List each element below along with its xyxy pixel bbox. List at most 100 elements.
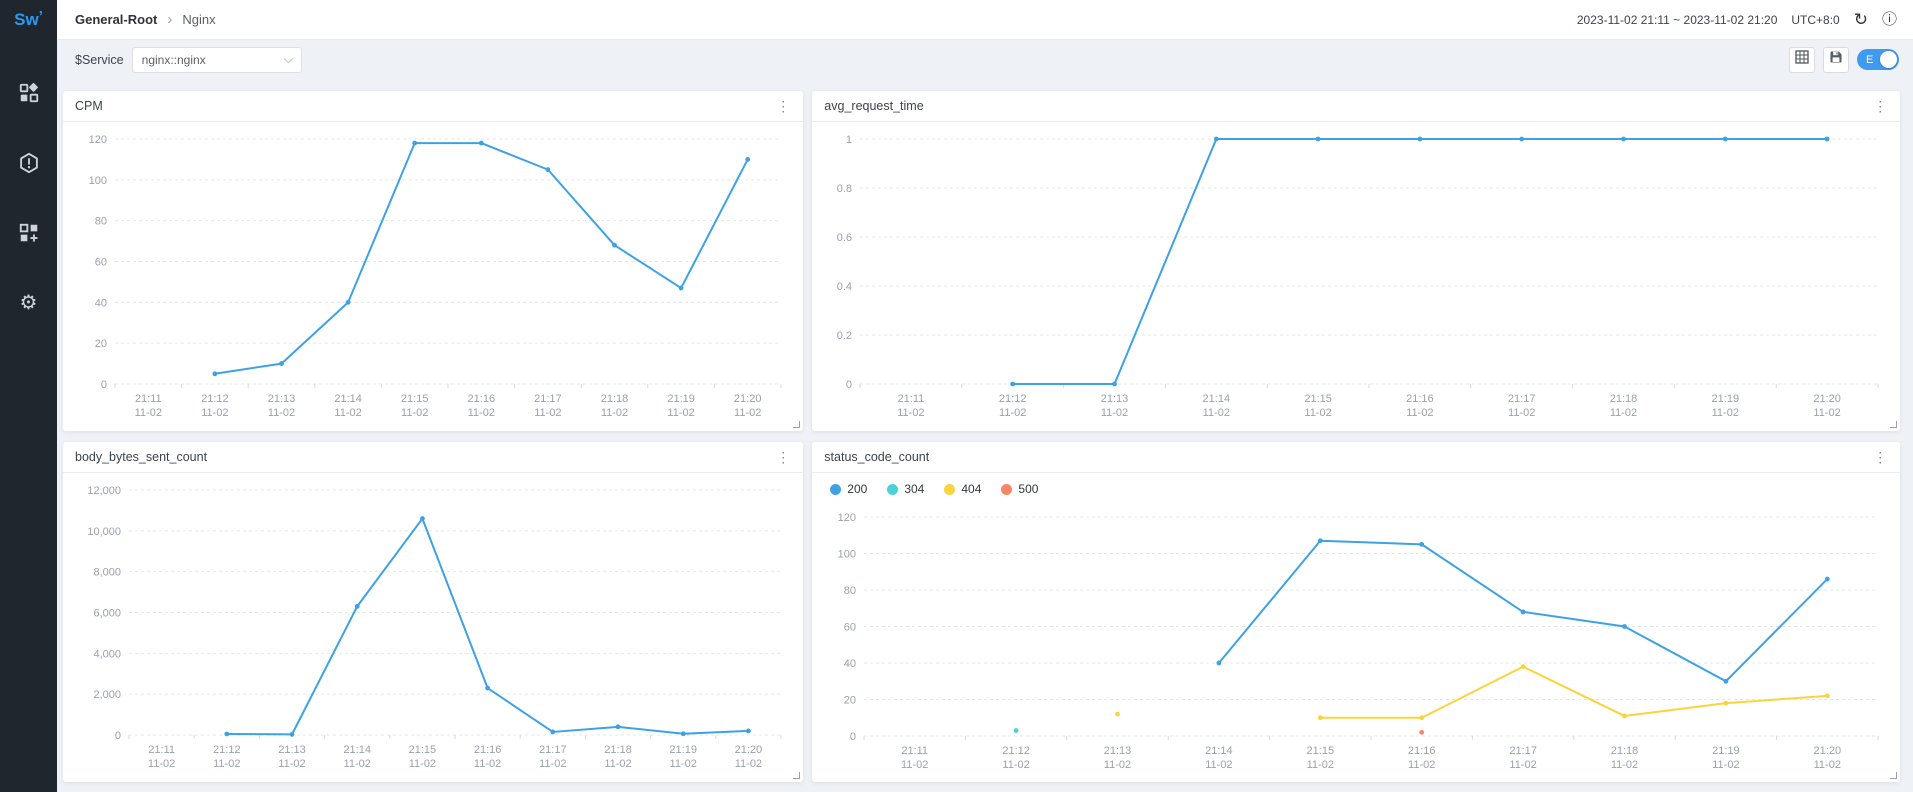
svg-text:12,000: 12,000 [87,485,121,497]
info-icon[interactable]: ⓘ [1882,12,1897,27]
svg-text:21:16: 21:16 [474,744,502,756]
breadcrumb-root[interactable]: General-Root [75,12,157,27]
panel-resize-handle[interactable] [793,772,800,779]
legend-label: 500 [1018,482,1038,496]
panel-title: CPM [75,99,103,113]
time-range[interactable]: 2023-11-02 21:11 ~ 2023-11-02 21:20 [1577,13,1778,27]
avg-request-time-line-chart[interactable]: 00.20.40.60.8121:1111-0221:1211-0221:131… [812,122,1900,431]
svg-text:11-02: 11-02 [1814,407,1841,419]
panel-resize-handle[interactable] [1890,772,1897,779]
alert-hexagon-icon [18,152,40,174]
kebab-menu-icon[interactable]: ⋮ [1873,450,1888,464]
legend-label: 304 [904,482,924,496]
svg-text:40: 40 [844,658,856,670]
service-label: $Service [75,53,124,67]
svg-text:11-02: 11-02 [539,758,566,770]
svg-text:21:16: 21:16 [468,393,496,405]
svg-text:0: 0 [101,379,107,391]
panel-status-code-count: status_code_count ⋮ 20030440450002040608… [812,442,1900,782]
legend-item-200[interactable]: 200 [830,482,867,496]
status-code-line-chart[interactable]: 20030440450002040608010012021:1111-0221:… [812,473,1900,782]
refresh-icon[interactable]: ↻ [1854,11,1868,28]
legend-item-304[interactable]: 304 [887,482,924,496]
svg-text:11-02: 11-02 [1508,407,1535,419]
svg-text:21:19: 21:19 [669,744,697,756]
kebab-menu-icon[interactable]: ⋮ [776,99,791,113]
panel-title: avg_request_time [824,99,923,113]
sidebar: Sw’ [0,0,57,792]
svg-text:21:17: 21:17 [539,744,567,756]
panel-resize-handle[interactable] [793,421,800,428]
header-right-controls: 2023-11-02 21:11 ~ 2023-11-02 21:20 UTC+… [1577,11,1897,28]
svg-text:21:11: 21:11 [135,393,162,405]
svg-text:11-02: 11-02 [1713,759,1740,771]
svg-text:11-02: 11-02 [735,758,762,770]
sidebar-item-marketplace[interactable] [11,218,47,248]
svg-text:11-02: 11-02 [278,758,305,770]
svg-text:4,000: 4,000 [93,648,121,660]
svg-text:21:13: 21:13 [278,744,306,756]
svg-text:21:16: 21:16 [1408,745,1436,757]
service-select[interactable]: nginx::nginx [132,47,302,73]
cpm-line-chart[interactable]: 02040608010012021:1111-0221:1211-0221:13… [63,122,803,431]
svg-text:11-02: 11-02 [1611,759,1638,771]
line-chart-svg: 02,0004,0006,0008,00010,00012,00021:1111… [67,475,799,782]
svg-text:21:20: 21:20 [735,744,763,756]
main-column: General-Root › Nginx 2023-11-02 21:11 ~ … [57,0,1913,792]
sidebar-item-dashboards[interactable] [11,78,47,108]
svg-text:11-02: 11-02 [1510,759,1537,771]
svg-text:21:19: 21:19 [1712,393,1740,405]
service-select-value: nginx::nginx [142,53,206,67]
svg-text:21:11: 21:11 [898,393,925,405]
panel-header: body_bytes_sent_count ⋮ [63,442,803,473]
save-button[interactable] [1823,47,1849,73]
edit-mode-toggle[interactable]: E [1857,49,1899,70]
svg-text:11-02: 11-02 [898,407,925,419]
svg-text:21:18: 21:18 [604,744,632,756]
panels-grid: CPM ⋮ 02040608010012021:1111-0221:1211-0… [57,79,1913,792]
apply-grid-button[interactable] [1789,47,1815,73]
svg-text:11-02: 11-02 [468,407,495,419]
skywalking-logo[interactable]: Sw’ [0,0,57,40]
kebab-menu-icon[interactable]: ⋮ [776,450,791,464]
svg-text:11-02: 11-02 [604,758,631,770]
svg-text:40: 40 [95,297,107,309]
svg-text:11-02: 11-02 [1712,407,1739,419]
panel-cpm: CPM ⋮ 02040608010012021:1111-0221:1211-0… [63,91,803,431]
legend-dot [830,484,841,495]
sidebar-item-settings[interactable]: ⚙ [11,288,47,318]
svg-text:21:18: 21:18 [1611,745,1639,757]
svg-text:21:19: 21:19 [667,393,695,405]
gear-icon: ⚙ [20,293,38,313]
svg-text:21:20: 21:20 [1814,745,1842,757]
panel-title: status_code_count [824,450,929,464]
service-selector-group: $Service nginx::nginx [75,47,302,73]
svg-text:21:13: 21:13 [268,393,296,405]
svg-text:0.2: 0.2 [837,330,852,342]
svg-text:11-02: 11-02 [1307,759,1334,771]
svg-text:10,000: 10,000 [87,526,121,538]
legend-item-404[interactable]: 404 [944,482,981,496]
line-chart-svg: 00.20.40.60.8121:1111-0221:1211-0221:131… [816,124,1896,431]
top-header: General-Root › Nginx 2023-11-02 21:11 ~ … [57,0,1913,40]
sidebar-item-alerting[interactable] [11,148,47,178]
legend-label: 404 [961,482,981,496]
body-bytes-sent-line-chart[interactable]: 02,0004,0006,0008,00010,00012,00021:1111… [63,473,803,782]
timezone[interactable]: UTC+8:0 [1791,13,1839,27]
svg-text:11-02: 11-02 [148,758,175,770]
svg-text:21:15: 21:15 [1305,393,1333,405]
grid-icon [1795,50,1809,69]
svg-text:120: 120 [838,512,856,524]
svg-text:21:14: 21:14 [343,744,371,756]
kebab-menu-icon[interactable]: ⋮ [1873,99,1888,113]
svg-text:100: 100 [838,549,856,561]
legend-dot [1001,484,1012,495]
legend-label: 200 [847,482,867,496]
svg-text:11-02: 11-02 [601,407,628,419]
svg-text:21:20: 21:20 [1814,393,1842,405]
legend-item-500[interactable]: 500 [1001,482,1038,496]
svg-text:60: 60 [844,622,856,634]
svg-text:11-02: 11-02 [901,759,928,771]
panel-resize-handle[interactable] [1890,421,1897,428]
svg-text:11-02: 11-02 [334,407,361,419]
